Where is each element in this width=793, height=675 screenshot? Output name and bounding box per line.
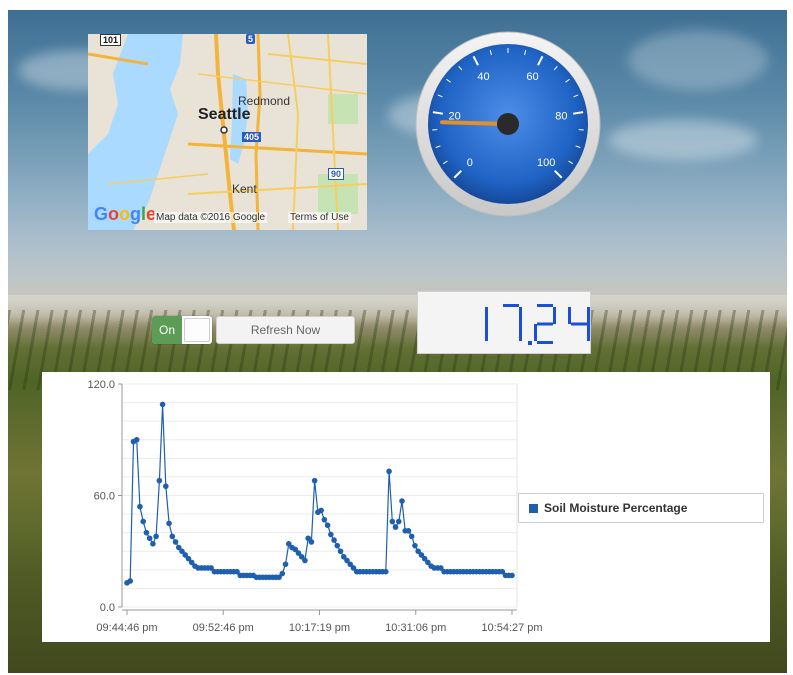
digit-segment <box>485 307 488 324</box>
digit-segment <box>485 324 488 341</box>
data-point <box>143 529 150 536</box>
legend-label: Soil Moisture Percentage <box>544 501 688 515</box>
data-point <box>159 401 166 408</box>
gauge-tick-label: 80 <box>555 111 567 123</box>
data-point <box>302 557 308 564</box>
data-point <box>172 539 179 545</box>
soil-moisture-chart: 0.0 60.0 120.0 09:44:46 pm 09:52:46 pm 10:17:… <box>42 372 770 642</box>
gauge-tick-label: 0 <box>467 157 473 169</box>
digit-segment <box>534 324 537 341</box>
seven-segment-display <box>485 304 590 345</box>
cloud <box>608 120 758 160</box>
y-tick-label: 120.0 <box>87 379 115 391</box>
data-point <box>282 561 289 568</box>
data-point <box>156 477 163 484</box>
digit-segment <box>571 322 587 326</box>
digit-segment <box>537 322 553 326</box>
data-point <box>127 578 134 584</box>
gauge-tick-label: 100 <box>537 157 555 169</box>
gauge-tick-label: 40 <box>477 71 489 83</box>
data-point <box>279 570 286 577</box>
decimal-point <box>528 341 532 345</box>
toggle-knob[interactable] <box>184 318 210 342</box>
digit-segment <box>537 304 553 307</box>
highway-shield-101: 101 <box>100 34 122 46</box>
data-point <box>395 518 402 525</box>
highway-shield-405: 405 <box>242 132 262 142</box>
data-point <box>153 533 159 540</box>
data-point <box>408 533 415 540</box>
map-attribution: Map data ©2016 Google <box>154 212 268 223</box>
city-label-kent: Kent <box>232 182 257 196</box>
data-point <box>392 524 399 530</box>
map-graphic <box>88 34 367 230</box>
digit-segment <box>519 324 522 341</box>
data-point <box>337 548 344 555</box>
data-point <box>169 533 176 540</box>
digital-readout <box>417 291 591 354</box>
google-logo: Google <box>94 204 157 224</box>
data-point <box>150 541 156 547</box>
x-tick-label: 10:17:19 pm <box>289 622 350 634</box>
gauge-dial: 02040 6080100 <box>415 31 601 217</box>
data-point <box>146 535 153 542</box>
gauge-hub <box>497 113 519 135</box>
data-point <box>140 518 146 525</box>
data-point <box>399 498 405 504</box>
digit-segment <box>568 307 571 324</box>
data-point <box>389 518 396 525</box>
data-point <box>328 531 334 538</box>
data-point <box>331 537 337 543</box>
digit-segment <box>587 307 590 324</box>
highway-shield-5: 5 <box>246 34 256 44</box>
cloud <box>628 30 768 90</box>
refresh-now-button[interactable]: Refresh Now <box>216 316 355 344</box>
y-tick-label: 60.0 <box>94 491 115 503</box>
city-label-redmond: Redmond <box>238 94 291 108</box>
x-tick-label: 09:44:46 pm <box>96 622 157 634</box>
data-point <box>386 468 392 475</box>
chart-legend[interactable]: Soil Moisture Percentage <box>518 493 764 523</box>
data-point <box>133 436 140 443</box>
data-point <box>334 542 341 549</box>
data-point <box>166 520 172 527</box>
digit-segment <box>519 307 522 324</box>
data-point <box>509 572 515 579</box>
data-point <box>383 568 389 575</box>
y-tick-label: 0.0 <box>100 602 115 614</box>
data-point <box>412 542 418 549</box>
moisture-gauge: 0 20 40 60 80 100 <box>414 30 602 218</box>
terms-of-use-link[interactable]: Terms of Use <box>288 212 351 223</box>
auto-refresh-toggle[interactable]: On <box>152 316 212 344</box>
data-point <box>308 539 315 545</box>
data-point <box>318 507 324 514</box>
data-point <box>311 477 318 484</box>
gauge-tick-label: 60 <box>526 71 538 83</box>
x-tick-label: 10:31:06 pm <box>385 622 446 634</box>
toggle-on-label: On <box>152 316 182 344</box>
digit-segment <box>553 307 556 324</box>
city-label-seattle: Seattle <box>198 106 251 123</box>
legend-swatch <box>529 504 538 513</box>
x-tick-label: 09:52:46 pm <box>193 622 254 634</box>
data-point <box>137 503 143 510</box>
digit-segment <box>503 304 519 307</box>
x-tick-label: 10:54:27 pm <box>481 622 542 634</box>
data-point <box>321 516 328 523</box>
digit-segment <box>587 324 590 341</box>
data-point <box>324 522 331 529</box>
data-point <box>163 483 169 490</box>
data-point <box>405 528 412 534</box>
highway-shield-90: 90 <box>328 168 345 180</box>
location-map[interactable]: Seattle Redmond Kent 101 5 405 90 Google… <box>88 34 367 230</box>
digit-segment <box>537 341 553 344</box>
